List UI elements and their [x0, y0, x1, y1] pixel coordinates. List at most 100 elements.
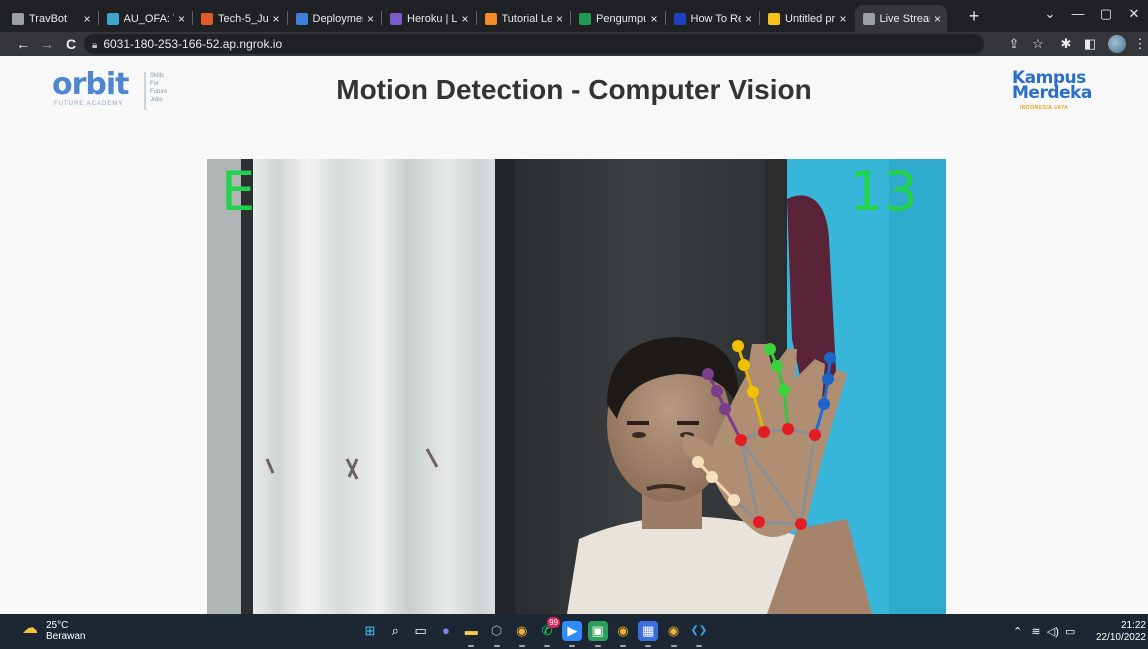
- tab-search-icon[interactable]: ⌄: [1040, 6, 1060, 22]
- tab-close-icon[interactable]: ×: [839, 12, 846, 26]
- tab-close-icon[interactable]: ×: [367, 12, 374, 26]
- browser-tab[interactable]: Untitled pr ×: [760, 5, 853, 32]
- running-indicator: [468, 645, 475, 647]
- vscode-icon[interactable]: ❮❯: [689, 621, 709, 641]
- browser-tab[interactable]: Pengumpul ×: [571, 5, 664, 32]
- tab-separator: [570, 11, 571, 25]
- browser-toolbar: ← → C 🔒︎ 6031-180-253-166-52.ap.ngrok.io …: [0, 32, 1148, 56]
- side-panel-icon[interactable]: ◧: [1082, 36, 1098, 52]
- start-icon[interactable]: ⊞: [360, 621, 380, 641]
- tab-separator: [97, 11, 99, 25]
- tab-close-icon[interactable]: ×: [745, 12, 752, 26]
- tab-favicon-icon: [768, 12, 780, 25]
- tab-title: AU_OFA: Te: [123, 12, 174, 25]
- tab-close-icon[interactable]: ×: [556, 12, 563, 26]
- bookmark-star-icon[interactable]: ☆: [1030, 36, 1046, 52]
- running-indicator: [670, 645, 677, 647]
- settings-icon[interactable]: ⬡: [487, 621, 507, 641]
- cloudy-sun-icon: ☁: [22, 620, 38, 637]
- chrome-icon[interactable]: ◉: [512, 621, 532, 641]
- reload-icon[interactable]: C: [62, 35, 80, 53]
- tab-close-icon[interactable]: ×: [934, 12, 941, 26]
- tab-close-icon[interactable]: ×: [461, 12, 468, 26]
- tab-title: Heroku | Lo: [407, 12, 458, 25]
- zoom-icon[interactable]: ▶: [562, 621, 583, 641]
- extensions-icon[interactable]: ✱: [1058, 36, 1074, 52]
- gesture-letter-overlay: E: [221, 160, 256, 223]
- browser-tab[interactable]: Tutorial Len ×: [477, 5, 570, 32]
- tab-separator: [664, 11, 666, 25]
- chrome-profile-3-icon[interactable]: ◉: [664, 621, 684, 641]
- tab-favicon-icon: [579, 12, 591, 25]
- tab-title: Tech-5_Jum: [218, 12, 269, 25]
- video-stream: E 13: [207, 159, 946, 614]
- close-window-icon[interactable]: ✕: [1124, 6, 1144, 22]
- browser-tab[interactable]: How To Rec ×: [666, 5, 759, 32]
- forward-icon[interactable]: →: [38, 35, 56, 53]
- minimize-icon[interactable]: —: [1068, 6, 1088, 21]
- file-explorer-icon[interactable]: ▬: [461, 621, 481, 641]
- page-title: Motion Detection - Computer Vision: [336, 74, 812, 105]
- tray-chevron-icon[interactable]: ⌃: [1013, 626, 1022, 638]
- clock-date: 22/10/2022: [1095, 632, 1146, 643]
- photos-icon[interactable]: ▣: [587, 621, 608, 641]
- share-icon[interactable]: ⇪: [1006, 36, 1022, 52]
- browser-tab-bar: TravBot×AU_OFA: Te×Tech-5_Jum×Deploymen×…: [0, 0, 1148, 32]
- running-indicator: [620, 645, 626, 647]
- tab-close-icon[interactable]: ×: [650, 12, 657, 26]
- lock-icon: 🔒︎: [92, 40, 98, 51]
- system-tray: ⌃ ≋ ◁) ▭: [1013, 625, 1075, 638]
- kampus-logo-line2: Merdeka: [1012, 83, 1092, 103]
- weather-condition: Berawan: [46, 631, 86, 642]
- tab-title: Untitled pr: [785, 12, 836, 25]
- wifi-icon[interactable]: ≋: [1031, 626, 1040, 638]
- gesture-count-overlay: 13: [849, 160, 918, 223]
- browser-tab[interactable]: Live Stream ×: [854, 5, 947, 32]
- tab-title: Pengumpul: [596, 12, 647, 25]
- tab-separator: [759, 11, 760, 25]
- menu-icon[interactable]: ⋮: [1132, 36, 1148, 52]
- profile-avatar[interactable]: [1108, 35, 1126, 53]
- browser-tab[interactable]: Tech-5_Jum×: [193, 5, 286, 32]
- tab-title: Deploymen: [312, 12, 363, 25]
- tab-close-icon[interactable]: ×: [83, 12, 90, 26]
- tab-favicon-icon: [106, 12, 119, 25]
- maximize-icon[interactable]: ▢: [1096, 6, 1116, 22]
- kampus-logo-line3: INDONESIA JAYA: [1020, 105, 1069, 111]
- browser-tab[interactable]: TravBot ×: [4, 5, 97, 32]
- tab-separator: [192, 11, 193, 25]
- tab-separator: [475, 11, 477, 25]
- running-indicator: [493, 645, 500, 647]
- weather-temp: 25°C: [46, 620, 69, 631]
- taskbar-clock[interactable]: 21:22 22/10/2022: [1090, 620, 1146, 644]
- battery-icon[interactable]: ▭: [1065, 626, 1075, 638]
- browser-tab[interactable]: AU_OFA: Te ×: [99, 5, 192, 32]
- search-icon[interactable]: ⌕: [385, 621, 405, 641]
- chrome-profile-2-icon[interactable]: ◉: [613, 621, 633, 641]
- volume-icon[interactable]: ◁): [1047, 626, 1059, 638]
- tab-favicon-icon: [295, 12, 308, 25]
- calendar-icon[interactable]: ▦: [638, 621, 659, 641]
- tab-favicon-icon: [673, 12, 686, 25]
- running-indicator: [594, 645, 601, 647]
- running-indicator: [645, 645, 652, 647]
- new-tab-button[interactable]: +: [964, 6, 984, 26]
- tab-title: How To Rec: [690, 12, 741, 25]
- task-view-icon[interactable]: ▭: [411, 621, 431, 641]
- chat-icon[interactable]: ●: [436, 621, 456, 641]
- back-icon[interactable]: ←: [14, 35, 32, 53]
- tab-title: Tutorial Len: [501, 12, 552, 25]
- tab-favicon-icon: [201, 12, 213, 25]
- url-text: 6031-180-253-166-52.ap.ngrok.io: [103, 37, 283, 51]
- tab-separator: [381, 11, 382, 25]
- tab-favicon-icon: [390, 12, 402, 25]
- tab-title: TravBot: [29, 12, 68, 25]
- os-taskbar: ☁ 25°C Berawan ⊞ ⌕ ▭ ● ▬ ⬡ ◉ ✆ 99 ▶ ▣ ◉ ▦ ◉ ❮❯ ⌃ ≋ ◁) …: [0, 614, 1148, 649]
- browser-tab[interactable]: Deploymen ×: [288, 5, 381, 32]
- address-bar[interactable]: 🔒︎ 6031-180-253-166-52.ap.ngrok.io: [84, 34, 984, 54]
- tab-close-icon[interactable]: ×: [272, 12, 279, 26]
- tab-close-icon[interactable]: ×: [178, 12, 185, 26]
- camera-frame: [207, 159, 946, 614]
- running-indicator: [544, 645, 551, 647]
- browser-tab[interactable]: Heroku | Lo×: [382, 5, 475, 32]
